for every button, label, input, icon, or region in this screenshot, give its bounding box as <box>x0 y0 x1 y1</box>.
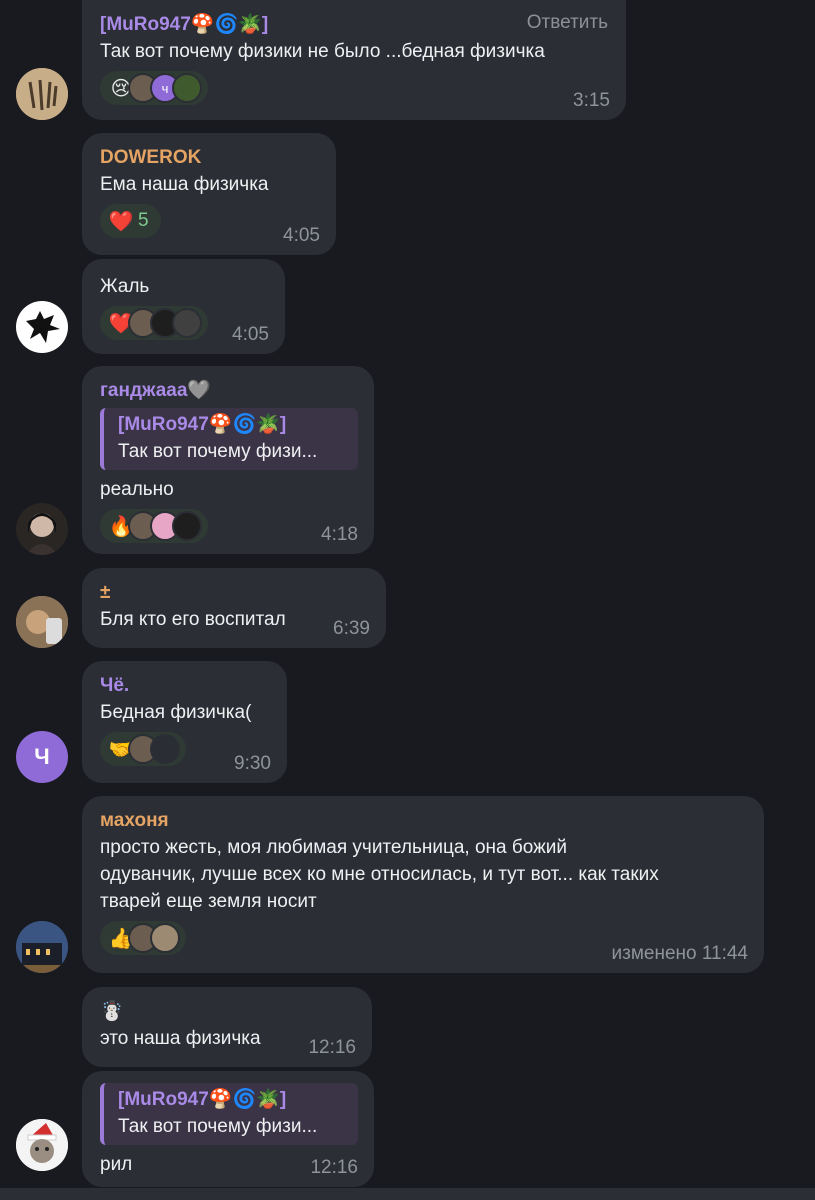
message-bubble[interactable]: махоня просто жесть, моя любимая учитель… <box>82 796 764 973</box>
quote-author-name: [MuRo947 <box>118 1089 209 1111</box>
message-text: Жаль <box>100 276 150 297</box>
message-bubble[interactable]: [MuRo947🍄🌀🪴] Так вот почему физи... рил … <box>82 1071 374 1187</box>
message-time: 9:30 <box>234 753 271 774</box>
potted-plant-icon: 🪴 <box>238 14 262 35</box>
bracket-text: ] <box>279 414 287 436</box>
black-creature-icon <box>26 311 60 343</box>
message-author[interactable]: ☃️ <box>100 999 356 1025</box>
cat-photo-icon <box>16 596 68 648</box>
bottom-input-bar-edge <box>0 1188 815 1200</box>
message-time: 3:15 <box>573 90 610 111</box>
reaction-pill[interactable]: ❤️ <box>100 306 208 340</box>
reactions: 🔥 <box>100 509 358 544</box>
user-avatar[interactable] <box>16 921 68 973</box>
reactor-avatar <box>172 511 202 542</box>
swirl-icon: 🌀 <box>232 414 257 435</box>
author-name: [MuRo947 <box>100 14 191 36</box>
message-text: Ема наша физичка <box>100 174 269 195</box>
message-bubble[interactable]: DOWEROK Ема наша физичка ❤️ 5 4:05 <box>82 133 336 255</box>
quote-author: [MuRo947🍄🌀🪴] <box>118 412 348 438</box>
message-bubble[interactable]: ± Бля кто его воспитал 6:39 <box>82 568 386 648</box>
author-name: ганджааа <box>100 380 188 402</box>
building-photo-icon <box>16 921 68 973</box>
reaction-pill[interactable]: 👍 <box>100 921 186 955</box>
figurines-icon <box>16 68 68 120</box>
quote-text: Так вот почему физи... <box>118 1116 318 1138</box>
person-photo-icon <box>26 513 58 555</box>
message-author[interactable]: Чё. <box>100 673 271 699</box>
message-author[interactable]: DOWEROK <box>100 145 320 171</box>
user-avatar[interactable]: Ч <box>16 731 68 783</box>
message-time: изменено 11:44 <box>611 943 749 964</box>
message-text: Бедная физичка( <box>100 702 252 723</box>
message-text: просто жесть, моя любимая учительница, о… <box>100 837 659 912</box>
user-avatar[interactable] <box>16 68 68 120</box>
reactor-avatar <box>150 923 180 953</box>
cat-santa-hat-icon <box>16 1119 68 1171</box>
reaction-count: 5 <box>138 210 149 231</box>
mushroom-icon: 🍄 <box>208 414 233 435</box>
quote-author-name: [MuRo947 <box>118 414 209 436</box>
user-avatar[interactable] <box>16 301 68 353</box>
mushroom-icon: 🍄 <box>190 14 215 35</box>
reaction-pill[interactable]: 🤝 <box>100 732 186 766</box>
reply-quote[interactable]: [MuRo947🍄🌀🪴] Так вот почему физи... <box>100 408 358 471</box>
reaction-pill[interactable]: 😢 ч <box>100 71 208 105</box>
grey-heart-icon: 🩶 <box>187 380 212 401</box>
bracket-text: ] <box>279 1089 287 1111</box>
message-time: 4:18 <box>321 524 358 545</box>
quote-author: [MuRo947🍄🌀🪴] <box>118 1087 348 1113</box>
bracket-text: ] <box>261 14 269 36</box>
message-bubble[interactable]: Чё. Бедная физичка( 🤝 9:30 <box>82 661 287 783</box>
potted-plant-icon: 🪴 <box>256 414 280 435</box>
message-author[interactable]: ганджааа🩶 <box>100 378 358 404</box>
message-time: 6:39 <box>333 618 370 639</box>
user-avatar[interactable] <box>16 596 68 648</box>
heart-icon: ❤️ <box>108 210 134 233</box>
avatar-letter: Ч <box>34 744 50 769</box>
snowman-icon: ☃️ <box>100 1001 124 1022</box>
message-text: реально <box>100 479 174 501</box>
swirl-icon: 🌀 <box>232 1089 257 1110</box>
reactions: 😢 ч <box>100 71 610 105</box>
message-author[interactable]: махоня <box>100 808 748 834</box>
message-bubble[interactable]: ☃️ это наша физичка 12:16 <box>82 987 372 1067</box>
quote-text: Так вот почему физи... <box>118 441 318 463</box>
reply-quote[interactable]: [MuRo947🍄🌀🪴] Так вот почему физи... <box>100 1083 358 1146</box>
message-author[interactable]: ± <box>100 580 370 606</box>
reactor-avatar <box>172 308 202 338</box>
reactor-avatar <box>150 734 180 764</box>
reactor-avatar <box>172 73 202 103</box>
message-time: 12:16 <box>308 1037 356 1058</box>
user-avatar[interactable] <box>16 503 68 555</box>
message-time: 12:16 <box>310 1157 358 1178</box>
message-bubble[interactable]: ганджааа🩶 [MuRo947🍄🌀🪴] Так вот почему фи… <box>82 366 374 554</box>
message-bubble[interactable]: [MuRo947🍄🌀🪴] Ответить Так вот почему физ… <box>82 0 626 120</box>
potted-plant-icon: 🪴 <box>256 1089 280 1110</box>
mushroom-icon: 🍄 <box>208 1089 233 1110</box>
reaction-pill[interactable]: 🔥 <box>100 509 208 544</box>
reply-button[interactable]: Ответить <box>527 12 608 34</box>
user-avatar[interactable] <box>16 1119 68 1171</box>
message-text: Так вот почему физики не было ...бедная … <box>100 41 545 62</box>
message-text: Бля кто его воспитал <box>100 609 286 630</box>
message-bubble[interactable]: Жаль ❤️ 4:05 <box>82 259 285 354</box>
message-time: 4:05 <box>232 324 269 345</box>
swirl-icon: 🌀 <box>214 14 239 35</box>
reaction-pill[interactable]: ❤️ 5 <box>100 204 161 238</box>
message-time: 4:05 <box>283 225 320 246</box>
